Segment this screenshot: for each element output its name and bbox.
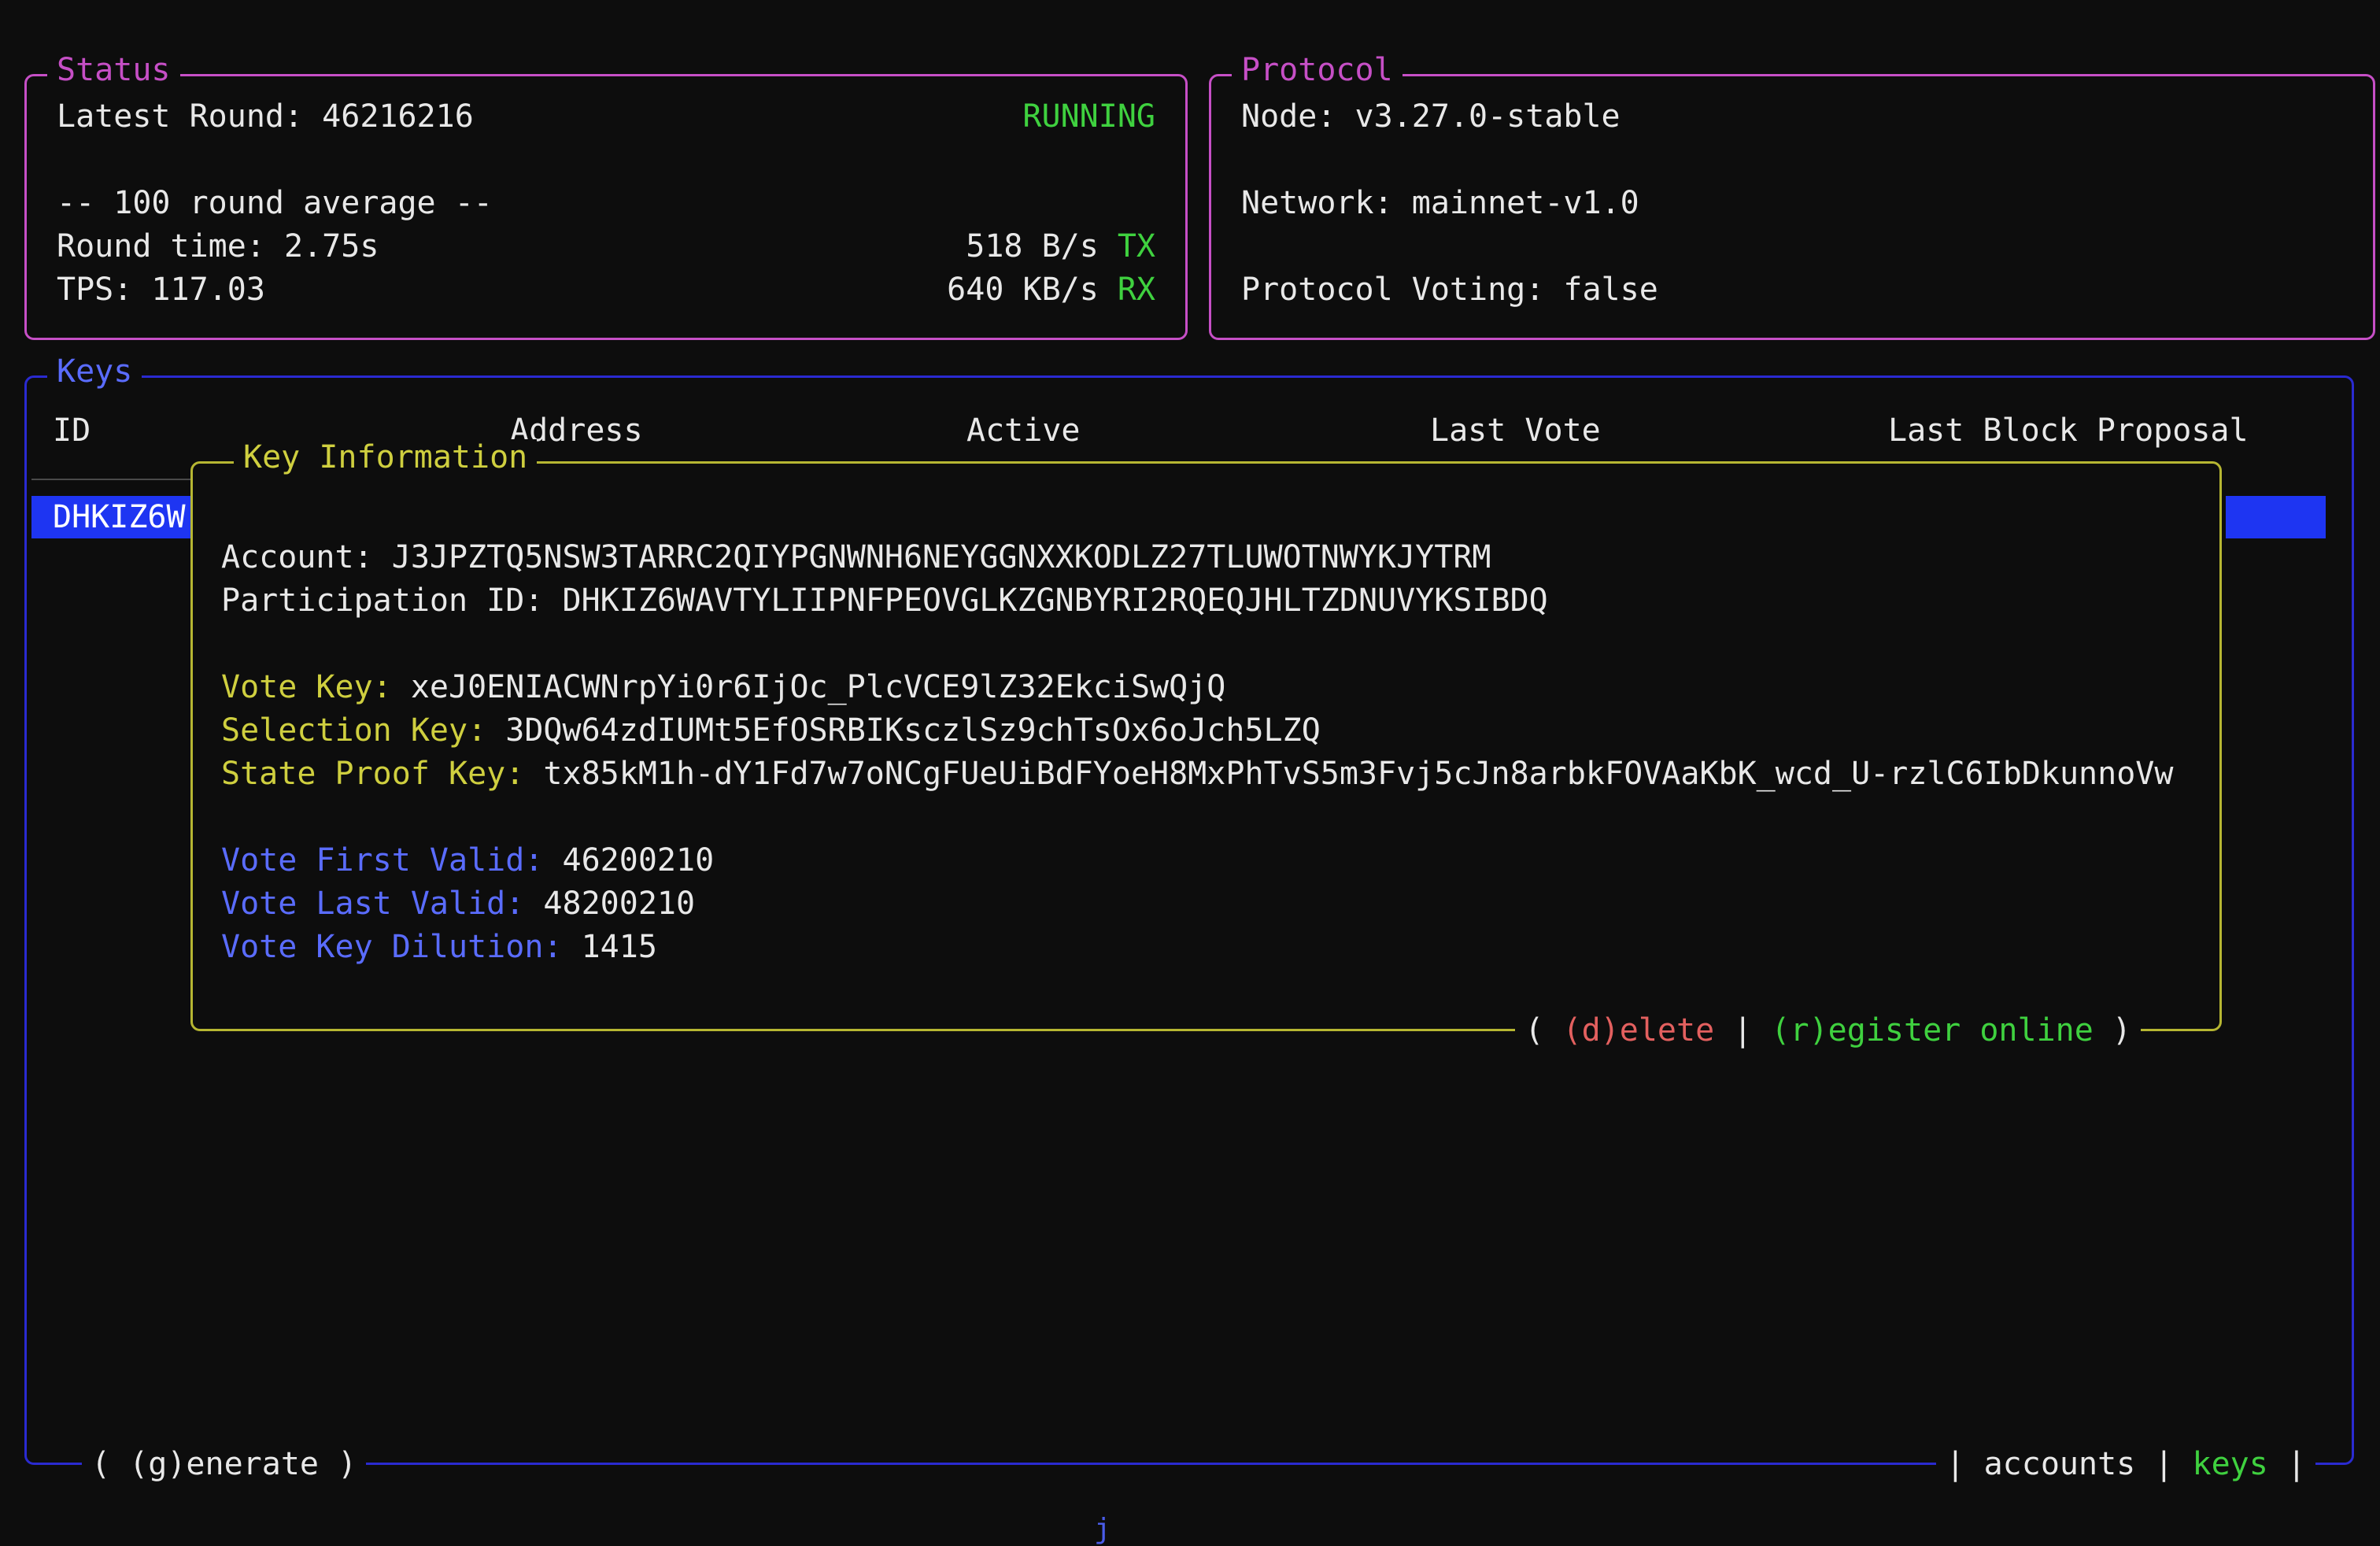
generate-hint-close: ) xyxy=(319,1446,357,1482)
latest-round-line: Latest Round: 46216216 RUNNING xyxy=(57,95,1155,139)
vote-first-valid-value: 46200210 xyxy=(563,842,715,878)
round-time-line: Round time: 2.75s 518 B/s TX xyxy=(57,225,1155,268)
state-proof-key-label: State Proof Key: xyxy=(221,756,524,792)
selection-key-label: Selection Key: xyxy=(221,712,486,749)
generate-button[interactable]: (g)enerate xyxy=(129,1446,319,1482)
node-version: Node: v3.27.0-stable xyxy=(1241,95,2343,139)
rx-rate: 640 KB/s RX xyxy=(947,268,1155,312)
tx-label: TX xyxy=(1118,225,1155,268)
rx-label: RX xyxy=(1118,268,1155,312)
round-average-header: -- 100 round average -- xyxy=(57,182,1155,225)
tabs-separator: | xyxy=(2268,1446,2306,1482)
spacer xyxy=(221,796,2219,839)
state-proof-key-line: State Proof Key: tx85kM1h-dY1Fd7w7oNCgFU… xyxy=(221,753,2219,796)
participation-id-value: DHKIZ6WAVTYLIIPNFPEOVGLKZGNBYRI2RQEQJHLT… xyxy=(563,583,1548,619)
key-information-dialog: Key Information Account: J3JPZTQ5NSW3TAR… xyxy=(190,461,2222,1031)
selection-key-line: Selection Key: 3DQw64zdIUMt5EfOSRBIKsczl… xyxy=(221,709,2219,753)
key-information-title: Key Information xyxy=(234,439,537,475)
spacer xyxy=(57,139,1155,182)
account-line: Account: J3JPZTQ5NSW3TARRC2QIYPGNWNH6NEY… xyxy=(221,536,2219,579)
protocol-panel: Protocol Node: v3.27.0-stable Network: m… xyxy=(1209,74,2375,340)
vote-last-valid-value: 48200210 xyxy=(543,886,695,922)
state-proof-key-value: tx85kM1h-dY1Fd7w7oNCgFUeUiBdFYoeH8MxPhTv… xyxy=(543,756,2173,792)
participation-id-line: Participation ID: DHKIZ6WAVTYLIIPNFPEOVG… xyxy=(221,579,2219,623)
vote-key-label: Vote Key: xyxy=(221,669,392,705)
vote-key-line: Vote Key: xeJ0ENIACWNrpYi0r6IjOc_PlcVCE9… xyxy=(221,666,2219,709)
tx-rate: 518 B/s TX xyxy=(966,225,1155,268)
tabs-separator: | xyxy=(1946,1446,1983,1482)
spacer xyxy=(1241,225,2343,268)
table-row-highlight-right[interactable] xyxy=(2226,496,2326,538)
spacer xyxy=(221,623,2219,666)
vote-key-value: xeJ0ENIACWNrpYi0r6IjOc_PlcVCE9lZ32EkciSw… xyxy=(411,669,1226,705)
delete-button[interactable]: (d)elete xyxy=(1563,1012,1715,1049)
latest-round-value: Latest Round: 46216216 xyxy=(57,95,474,139)
tab-keys[interactable]: keys xyxy=(2193,1446,2268,1482)
rx-rate-value: 640 KB/s xyxy=(947,268,1099,312)
vote-key-dilution-value: 1415 xyxy=(582,929,657,965)
status-panel-title: Status xyxy=(47,52,180,88)
generate-hint-open: ( xyxy=(91,1446,129,1482)
column-header-id: ID xyxy=(53,409,91,453)
table-row-id: DHKIZ6W xyxy=(53,499,186,535)
vote-last-valid-label: Vote Last Valid: xyxy=(221,886,524,922)
participation-id-label: Participation ID: xyxy=(221,583,543,619)
running-status-badge: RUNNING xyxy=(1022,95,1155,139)
register-online-button[interactable]: (r)egister online xyxy=(1771,1012,2093,1049)
column-header-active: Active xyxy=(966,409,1081,453)
actions-close: ) xyxy=(2094,1012,2131,1049)
round-time-value: Round time: 2.75s xyxy=(57,225,379,268)
terminal-cursor-artifact: j xyxy=(1094,1513,1111,1545)
actions-open: ( xyxy=(1524,1012,1562,1049)
spacer xyxy=(1241,139,2343,182)
key-actions-hint: ( (d)elete | (r)egister online ) xyxy=(1515,1009,2141,1052)
network-name: Network: mainnet-v1.0 xyxy=(1241,182,2343,225)
table-row[interactable]: DHKIZ6W xyxy=(31,496,192,538)
status-panel: Status Latest Round: 46216216 RUNNING --… xyxy=(24,74,1188,340)
keys-panel-title: Keys xyxy=(47,353,142,390)
tx-rate-value: 518 B/s xyxy=(966,225,1099,268)
protocol-panel-title: Protocol xyxy=(1232,52,1402,88)
header-underline xyxy=(31,479,190,480)
vote-first-valid-label: Vote First Valid: xyxy=(221,842,543,878)
tabs-separator: | xyxy=(2135,1446,2192,1482)
selection-key-value: 3DQw64zdIUMt5EfOSRBIKsczlSz9chTsOx6oJch5… xyxy=(505,712,1321,749)
column-header-last-vote: Last Vote xyxy=(1430,409,1601,453)
protocol-voting: Protocol Voting: false xyxy=(1241,268,2343,312)
vote-key-dilution-line: Vote Key Dilution: 1415 xyxy=(221,926,2219,969)
account-label: Account: xyxy=(221,539,373,575)
vote-key-dilution-label: Vote Key Dilution: xyxy=(221,929,562,965)
column-header-last-block-proposal: Last Block Proposal xyxy=(1888,409,2249,453)
view-tabs: | accounts | keys | xyxy=(1936,1443,2315,1486)
generate-hint: ( (g)enerate ) xyxy=(82,1443,366,1486)
actions-separator: | xyxy=(1714,1012,1771,1049)
tps-line: TPS: 117.03 640 KB/s RX xyxy=(57,268,1155,312)
tps-value: TPS: 117.03 xyxy=(57,268,265,312)
vote-first-valid-line: Vote First Valid: 46200210 xyxy=(221,839,2219,882)
vote-last-valid-line: Vote Last Valid: 48200210 xyxy=(221,882,2219,926)
account-value: J3JPZTQ5NSW3TARRC2QIYPGNWNH6NEYGGNXXKODL… xyxy=(392,539,1491,575)
tab-accounts[interactable]: accounts xyxy=(1984,1446,2136,1482)
